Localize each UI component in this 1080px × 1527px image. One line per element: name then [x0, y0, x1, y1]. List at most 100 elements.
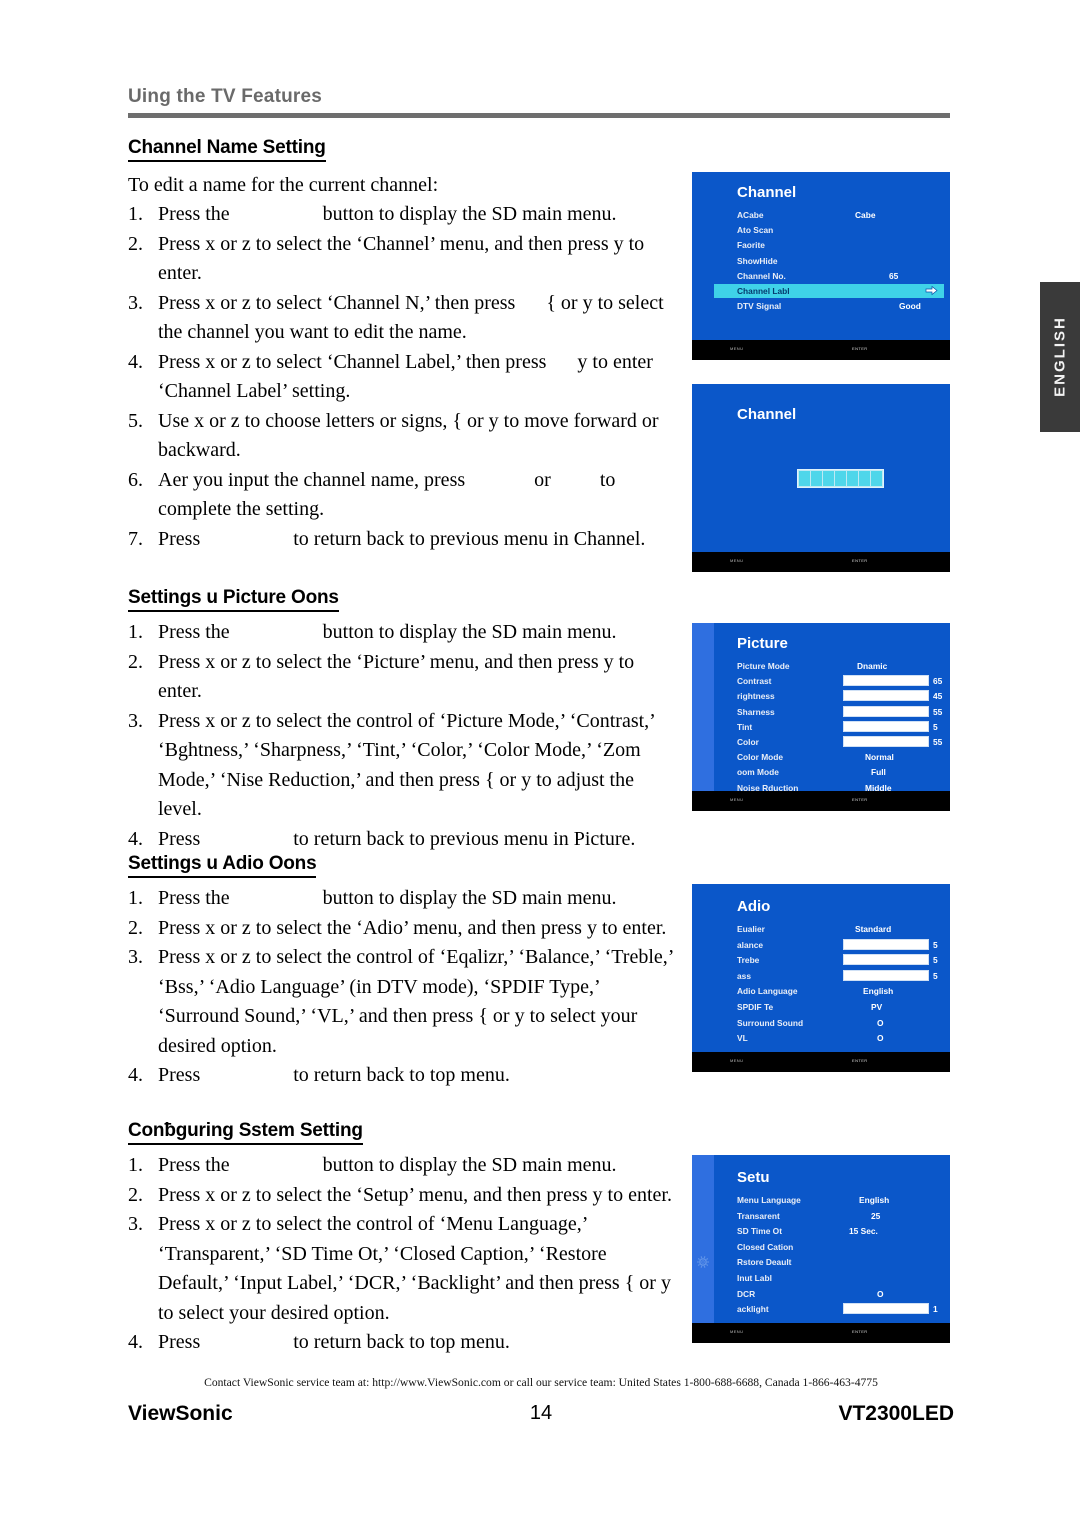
osd-row[interactable]: Menu Language English [737, 1193, 944, 1207]
osd-row-label: Ato Scan [737, 225, 774, 236]
section-system-setting: Conƀguring Sstem Setting 1. Press the butt… [128, 1120, 673, 1358]
step-number: 4. [128, 1064, 143, 1086]
osd-row[interactable]: Contrast 65 [737, 674, 944, 688]
step-text: to return back to previous menu in Pictu… [293, 827, 636, 850]
osd-row[interactable]: DCR O [737, 1287, 944, 1301]
osd-row[interactable]: Color Mode Normal [737, 750, 944, 764]
osd-footer-bar: MENU ENTER [692, 1323, 950, 1343]
osd-slider-bar[interactable] [843, 969, 929, 981]
step-text: Press the [158, 1154, 235, 1176]
osd-row[interactable]: alance 5 [737, 938, 944, 952]
osd-slider-bar[interactable] [843, 720, 929, 732]
step-text: Press the [158, 203, 235, 225]
osd-slider-bar[interactable] [843, 736, 929, 747]
step-list: 1. Press the button to display the SD mai… [128, 884, 673, 1091]
osd-row[interactable]: ass 5 [737, 969, 944, 983]
osd-row-value: English [863, 986, 894, 997]
osd-row-value: O [877, 1033, 884, 1044]
osd-row-label: Contrast [737, 676, 772, 687]
channel-label-char-cell[interactable] [871, 471, 882, 486]
channel-label-char-cell[interactable] [811, 471, 822, 486]
step-text: Press x or z to select the control of ‘M… [158, 1213, 671, 1324]
step-text: Press [158, 527, 206, 550]
channel-label-char-cell[interactable] [799, 471, 810, 486]
step-text: Press [158, 1331, 206, 1353]
step-number: 4. [128, 827, 143, 850]
osd-row-label: Tint [737, 721, 753, 732]
channel-label-char-cell[interactable] [823, 471, 834, 486]
osd-row[interactable]: oom Mode Full [737, 765, 944, 779]
osd-row[interactable]: Tint 5 [737, 720, 944, 734]
language-side-tab: ENGLISH [1040, 282, 1080, 432]
osd-row[interactable]: Adio Language English [737, 984, 944, 998]
section-heading: Conƀguring Sstem Setting [128, 1120, 363, 1145]
osd-row[interactable]: Ato Scan [737, 223, 944, 237]
gear-icon [696, 1255, 710, 1269]
osd-row-value: PV [871, 1002, 883, 1012]
osd-row[interactable]: Faorite [737, 238, 944, 252]
osd-row-label: Closed Cation [737, 1241, 794, 1252]
step-text: Press x or z to select the control of ‘E… [158, 946, 673, 1057]
osd-row[interactable]: rightness 45 [737, 689, 944, 703]
step-list: 1. Press the button to display the SD mai… [128, 200, 673, 554]
osd-footer-bar: MENU ENTER [692, 791, 950, 811]
osd-slider-bar[interactable] [843, 675, 929, 687]
step-number: 5. [128, 409, 143, 432]
section-audio-options: Settings u Adio Oons 1. Press the button t… [128, 853, 673, 1091]
osd-title: Picture [737, 635, 788, 652]
osd-sidebar [692, 623, 714, 811]
osd-row[interactable]: Channel No. 65 [737, 269, 944, 283]
osd-slider-bar[interactable] [843, 690, 929, 702]
osd-row-value: Standard [855, 924, 892, 934]
channel-label-char-cell[interactable] [859, 471, 870, 486]
step-text: Press [158, 827, 206, 850]
osd-row[interactable]: acklight 1 [737, 1302, 944, 1316]
osd-row-label: VL [737, 1033, 748, 1044]
osd-row-value: 45 [933, 691, 943, 702]
step-item: 6. Aer you input the channel name, press … [128, 466, 673, 525]
osd-row[interactable]: Sharness 55 [737, 705, 944, 719]
osd-footer-menu-hint: MENU [730, 346, 744, 351]
osd-slider-bar[interactable] [843, 1303, 929, 1315]
osd-row[interactable]: ShowHide [737, 254, 944, 268]
osd-row[interactable]: VL O [737, 1031, 944, 1045]
osd-row-value: 65 [889, 270, 899, 281]
footer-model: VT2300LED [838, 1402, 954, 1425]
step-number: 2. [128, 650, 143, 673]
osd-row-value: Dnamic [857, 661, 888, 671]
osd-row[interactable]: Inut Labl [737, 1271, 944, 1285]
channel-label-char-cell[interactable] [847, 471, 858, 486]
osd-row[interactable]: ACabe Cabe [737, 208, 944, 222]
osd-footer-menu-hint: MENU [730, 558, 744, 563]
osd-row[interactable]: Surround Sound O [737, 1016, 944, 1030]
osd-row[interactable]: Picture Mode Dnamic [737, 659, 944, 673]
osd-row[interactable]: Rstore Deault [737, 1255, 944, 1269]
osd-row[interactable]: Transarent 25 [737, 1209, 944, 1223]
step-item: 4. Press to return back to top menu. [128, 1061, 673, 1091]
osd-footer-bar: MENU ENTER [692, 340, 950, 360]
step-text: to return back to previous menu in Chann… [293, 527, 646, 550]
osd-footer-menu-hint: MENU [730, 797, 744, 802]
osd-row-label: Color Mode [737, 752, 784, 763]
step-item: 2. Press x or z to select the ‘Adio’ menu… [128, 914, 673, 944]
osd-slider-bar[interactable] [843, 938, 929, 950]
osd-row[interactable]: SD Time Ot 15 Sec. [737, 1224, 944, 1238]
channel-label-char-cell[interactable] [835, 471, 846, 486]
osd-row[interactable]: Trebe 5 [737, 953, 944, 967]
step-number: 1. [128, 1154, 143, 1176]
osd-slider-bar[interactable] [843, 954, 929, 966]
osd-row[interactable]: Closed Cation [737, 1240, 944, 1254]
osd-row-value: 1 [933, 1304, 938, 1315]
step-item: 4. Press to return back to previous menu … [128, 825, 673, 855]
osd-row[interactable]: Color 55 [737, 735, 944, 749]
step-item: 3. Press x or z to select the control of … [128, 707, 673, 825]
osd-row-label: SD Time Ot [737, 1226, 782, 1237]
osd-row[interactable]: Eualier Standard [737, 922, 944, 936]
osd-slider-bar[interactable] [843, 705, 929, 717]
osd-row-selected[interactable]: Channel Labl [714, 284, 944, 298]
osd-row[interactable]: DTV Signal Good [737, 299, 944, 313]
osd-row[interactable]: SPDIF Te PV [737, 1000, 944, 1014]
section-heading: Channel Name Setting [128, 137, 326, 162]
osd-row-label: Menu Language [737, 1195, 801, 1205]
channel-label-input[interactable] [797, 469, 884, 488]
